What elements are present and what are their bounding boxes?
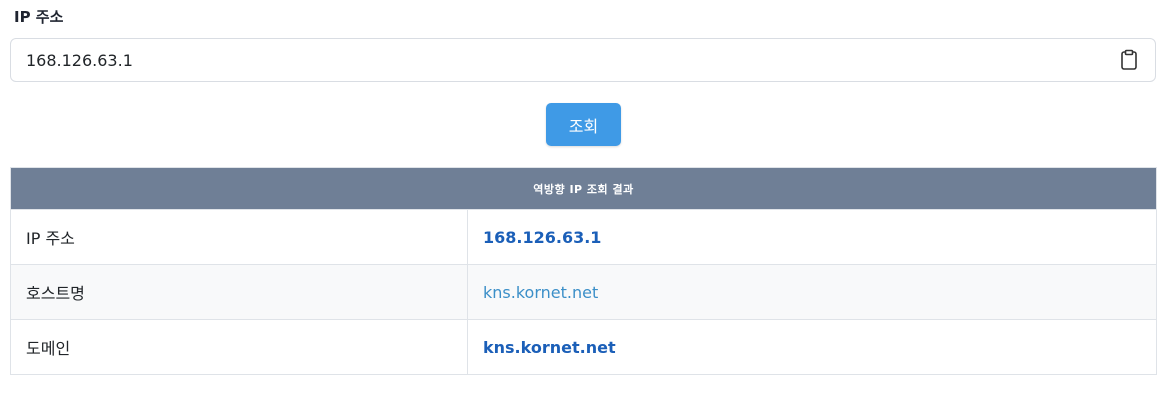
result-table: 역방향 IP 조회 결과 IP 주소 168.126.63.1 호스트명 kns… bbox=[10, 167, 1157, 375]
row-key-domain: 도메인 bbox=[10, 319, 468, 375]
ip-field-label: IP 주소 bbox=[14, 8, 64, 26]
hostname-link[interactable]: kns.kornet.net bbox=[483, 283, 598, 302]
table-row: 호스트명 kns.kornet.net bbox=[10, 264, 1157, 320]
reverse-ip-lookup-panel: IP 주소 조회 역방향 IP 조회 결과 IP 주소 168.126.63.1… bbox=[0, 0, 1173, 393]
row-value-domain: kns.kornet.net bbox=[467, 319, 1157, 375]
row-key-ip: IP 주소 bbox=[10, 209, 468, 265]
clipboard-icon[interactable] bbox=[1117, 48, 1141, 72]
row-value-hostname: kns.kornet.net bbox=[467, 264, 1157, 320]
table-row: 도메인 kns.kornet.net bbox=[10, 319, 1157, 375]
table-row: IP 주소 168.126.63.1 bbox=[10, 209, 1157, 265]
row-key-hostname: 호스트명 bbox=[10, 264, 468, 320]
ip-input-container bbox=[10, 38, 1156, 82]
ip-value: 168.126.63.1 bbox=[483, 227, 602, 247]
result-table-header: 역방향 IP 조회 결과 bbox=[10, 167, 1157, 210]
ip-address-input[interactable] bbox=[11, 39, 1101, 81]
lookup-button[interactable]: 조회 bbox=[546, 103, 621, 146]
domain-value: kns.kornet.net bbox=[483, 337, 616, 357]
row-value-ip: 168.126.63.1 bbox=[467, 209, 1157, 265]
